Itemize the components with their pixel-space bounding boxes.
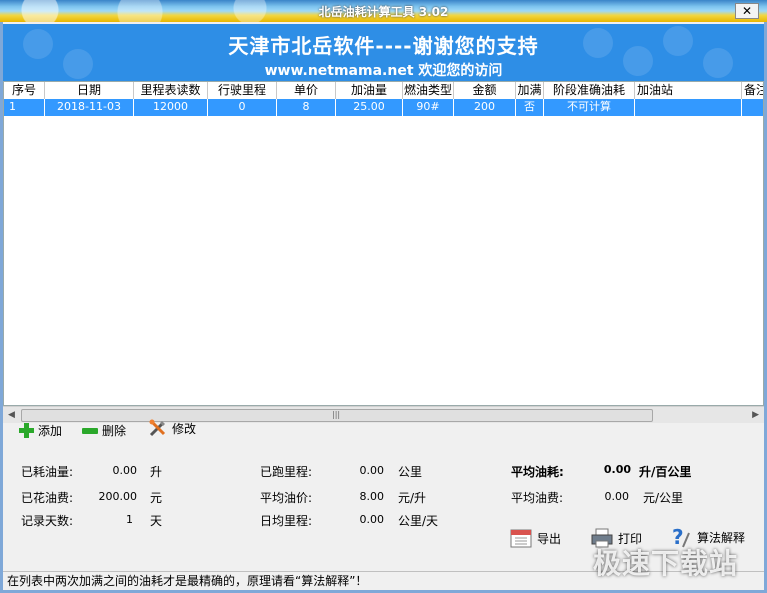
fuel-used-value: 0.00 <box>112 464 138 477</box>
edit-label: 修改 <box>172 421 197 436</box>
export-button[interactable]: 导出 <box>509 527 561 549</box>
table-cell: 2018-11-03 <box>45 99 134 116</box>
records-table[interactable]: 序号 日期 里程表读数 行驶里程 单价 加油量 燃油类型 金额 加满 阶段准确油… <box>3 81 764 406</box>
column-header[interactable]: 行驶里程 <box>208 82 277 99</box>
calendar-icon <box>510 529 532 548</box>
table-cell: 200 <box>454 99 516 116</box>
watermark: 极速下载站 <box>593 547 739 580</box>
column-header[interactable]: 备注 <box>742 82 763 99</box>
distance-unit: 公里 <box>398 465 423 479</box>
fuel-used-unit: 升 <box>150 465 163 479</box>
scroll-left-icon[interactable]: ◀ <box>8 410 15 420</box>
table-header: 序号 日期 里程表读数 行驶里程 单价 加油量 燃油类型 金额 加满 阶段准确油… <box>4 82 763 100</box>
column-header[interactable]: 金额 <box>454 82 516 99</box>
daily-distance-label: 日均里程: <box>260 514 313 528</box>
window-title: 北岳油耗计算工具 3.02 <box>318 5 449 19</box>
scroll-right-icon[interactable]: ▶ <box>752 410 759 420</box>
table-row[interactable]: 1 2018-11-03 12000 0 8 25.00 90# 200 否 不… <box>4 99 763 116</box>
distance-value: 0.00 <box>359 464 385 477</box>
days-value: 1 <box>126 513 133 526</box>
delete-label: 删除 <box>102 424 127 438</box>
table-cell: 90# <box>403 99 454 116</box>
close-button[interactable]: ✕ <box>735 3 759 19</box>
export-label: 导出 <box>537 531 562 546</box>
avg-consumption-unit: 升/百公里 <box>639 465 692 479</box>
avg-fee-value: 0.00 <box>604 490 630 503</box>
column-header[interactable]: 阶段准确油耗 <box>544 82 635 99</box>
horizontal-scrollbar[interactable]: ◀ ||| ▶ <box>3 406 764 423</box>
avg-consumption-label: 平均油耗: <box>511 465 564 479</box>
column-header[interactable]: 日期 <box>45 82 134 99</box>
column-header[interactable]: 加油量 <box>336 82 403 99</box>
main-window: 天津市北岳软件----谢谢您的支持 www.netmama.net 欢迎您的访问… <box>3 22 764 590</box>
fuel-cost-unit: 元 <box>150 491 163 505</box>
table-cell: 12000 <box>134 99 208 116</box>
banner-title: 天津市北岳软件----谢谢您的支持 <box>228 34 539 58</box>
avg-fee-label: 平均油费: <box>511 491 564 505</box>
column-header[interactable]: 加满 <box>516 82 544 99</box>
banner-subtitle: www.netmama.net 欢迎您的访问 <box>264 63 503 79</box>
fuel-cost-label: 已花油费: <box>21 491 74 505</box>
table-cell: 8 <box>277 99 336 116</box>
column-header[interactable]: 里程表读数 <box>134 82 208 99</box>
avg-price-label: 平均油价: <box>260 491 313 505</box>
distance-label: 已跑里程: <box>260 465 313 479</box>
plus-icon <box>19 423 34 438</box>
add-button[interactable]: 添加 <box>19 422 62 439</box>
avg-price-unit: 元/升 <box>398 491 427 505</box>
table-cell <box>635 99 742 116</box>
banner: 天津市北岳软件----谢谢您的支持 www.netmama.net 欢迎您的访问 <box>3 24 764 81</box>
avg-fee-unit: 元/公里 <box>643 491 684 505</box>
tools-icon <box>149 419 166 437</box>
table-cell: 25.00 <box>336 99 403 116</box>
column-header[interactable]: 单价 <box>277 82 336 99</box>
table-cell <box>742 99 763 116</box>
edit-button[interactable]: 修改 <box>148 418 196 438</box>
fuel-cost-value: 200.00 <box>98 490 138 503</box>
daily-distance-value: 0.00 <box>359 513 385 526</box>
avg-price-value: 8.00 <box>359 490 385 503</box>
column-header[interactable]: 燃油类型 <box>403 82 454 99</box>
scrollbar-thumb[interactable]: ||| <box>21 409 653 422</box>
table-cell: 1 <box>4 99 45 116</box>
avg-consumption-value: 0.00 <box>603 463 631 476</box>
table-cell: 0 <box>208 99 277 116</box>
delete-button[interactable]: 删除 <box>82 422 126 439</box>
days-unit: 天 <box>150 514 163 528</box>
column-header[interactable]: 序号 <box>4 82 45 99</box>
add-label: 添加 <box>38 424 63 438</box>
daily-distance-unit: 公里/天 <box>398 514 439 528</box>
days-label: 记录天数: <box>21 514 74 528</box>
fuel-used-label: 已耗油量: <box>21 465 74 479</box>
minus-icon <box>82 427 98 434</box>
column-header[interactable]: 加油站 <box>635 82 742 99</box>
table-cell: 不可计算 <box>544 99 635 116</box>
title-bar: 北岳油耗计算工具 3.02 ✕ <box>0 0 767 22</box>
grip-icon: ||| <box>332 410 341 419</box>
table-cell: 否 <box>516 99 544 116</box>
